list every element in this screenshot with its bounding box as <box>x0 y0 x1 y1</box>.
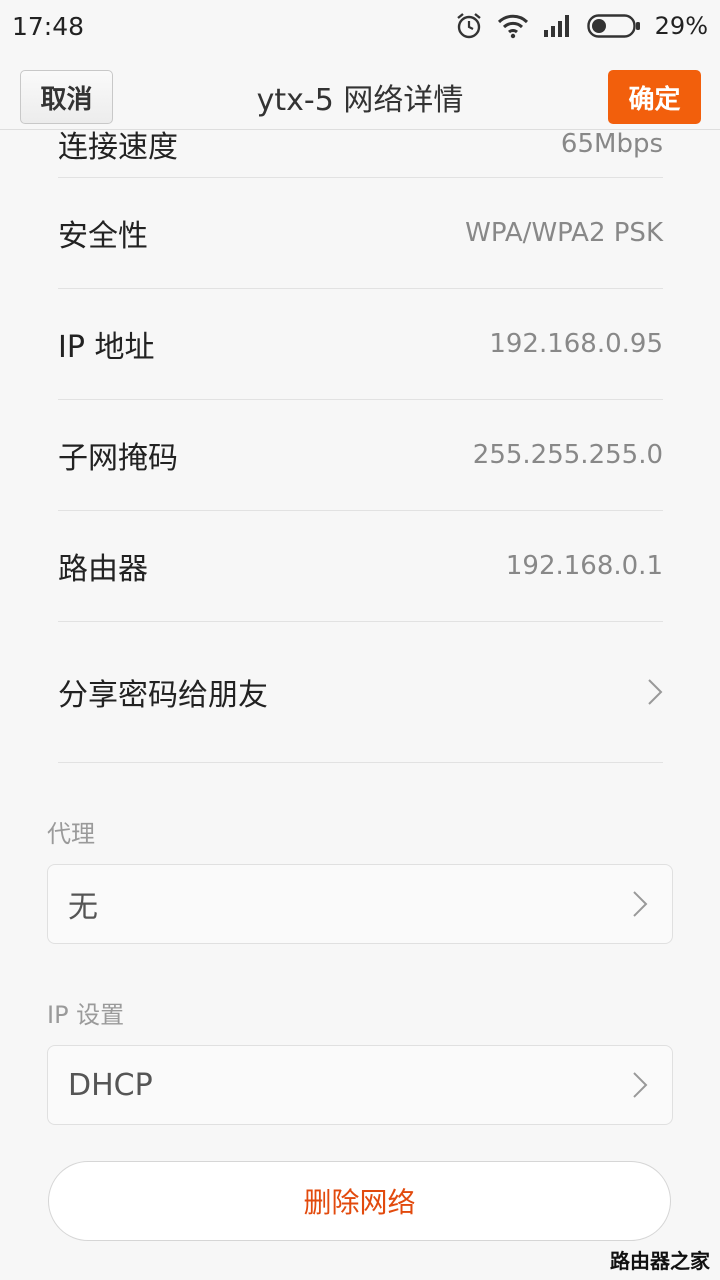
signal-icon <box>543 14 573 38</box>
watermark: 路由器之家 <box>610 1249 710 1273</box>
proxy-selector[interactable]: 无 <box>47 864 673 944</box>
confirm-button[interactable]: 确定 <box>608 70 701 124</box>
share-password-label: 分享密码给朋友 <box>58 678 268 713</box>
wifi-icon <box>497 13 529 39</box>
status-bar: 17:48 29% <box>0 0 720 52</box>
battery-icon <box>586 13 641 39</box>
chevron-right-icon <box>632 890 648 918</box>
ip-settings-value: DHCP <box>68 1067 153 1103</box>
status-time: 17:48 <box>12 11 85 41</box>
share-password-item[interactable]: 分享密码给朋友 <box>58 622 663 763</box>
ip-address-label: IP 地址 <box>58 330 155 365</box>
ip-settings-section-label: IP 设置 <box>47 1001 125 1029</box>
ip-settings-selector[interactable]: DHCP <box>47 1045 673 1125</box>
alarm-icon <box>455 12 483 40</box>
battery-percentage: 29% <box>654 12 708 40</box>
network-details-list[interactable]: 连接速度 65Mbps 安全性 WPA/WPA2 PSK IP 地址 192.1… <box>0 130 720 1280</box>
chevron-right-icon <box>647 678 663 706</box>
security-label: 安全性 <box>58 219 148 254</box>
detail-row-ip-address: IP 地址 192.168.0.95 <box>58 289 663 400</box>
security-value: WPA/WPA2 PSK <box>465 218 663 248</box>
chevron-right-icon <box>632 1071 648 1099</box>
subnet-mask-label: 子网掩码 <box>58 441 178 476</box>
action-bar: 取消 ytx-5 网络详情 确定 <box>0 52 720 130</box>
link-speed-label: 连接速度 <box>58 130 178 165</box>
detail-row-link-speed: 连接速度 65Mbps <box>58 130 663 178</box>
page-title: ytx-5 网络详情 <box>256 83 464 118</box>
cancel-button[interactable]: 取消 <box>20 70 113 124</box>
proxy-value: 无 <box>68 890 98 925</box>
proxy-section-label: 代理 <box>47 820 95 848</box>
detail-row-security: 安全性 WPA/WPA2 PSK <box>58 178 663 289</box>
link-speed-value: 65Mbps <box>560 130 663 159</box>
router-value: 192.168.0.1 <box>505 551 663 581</box>
detail-row-router: 路由器 192.168.0.1 <box>58 511 663 622</box>
status-icons: 29% <box>455 12 708 40</box>
router-label: 路由器 <box>58 552 148 587</box>
ip-address-value: 192.168.0.95 <box>489 329 663 359</box>
subnet-mask-value: 255.255.255.0 <box>472 440 663 470</box>
detail-row-subnet-mask: 子网掩码 255.255.255.0 <box>58 400 663 511</box>
